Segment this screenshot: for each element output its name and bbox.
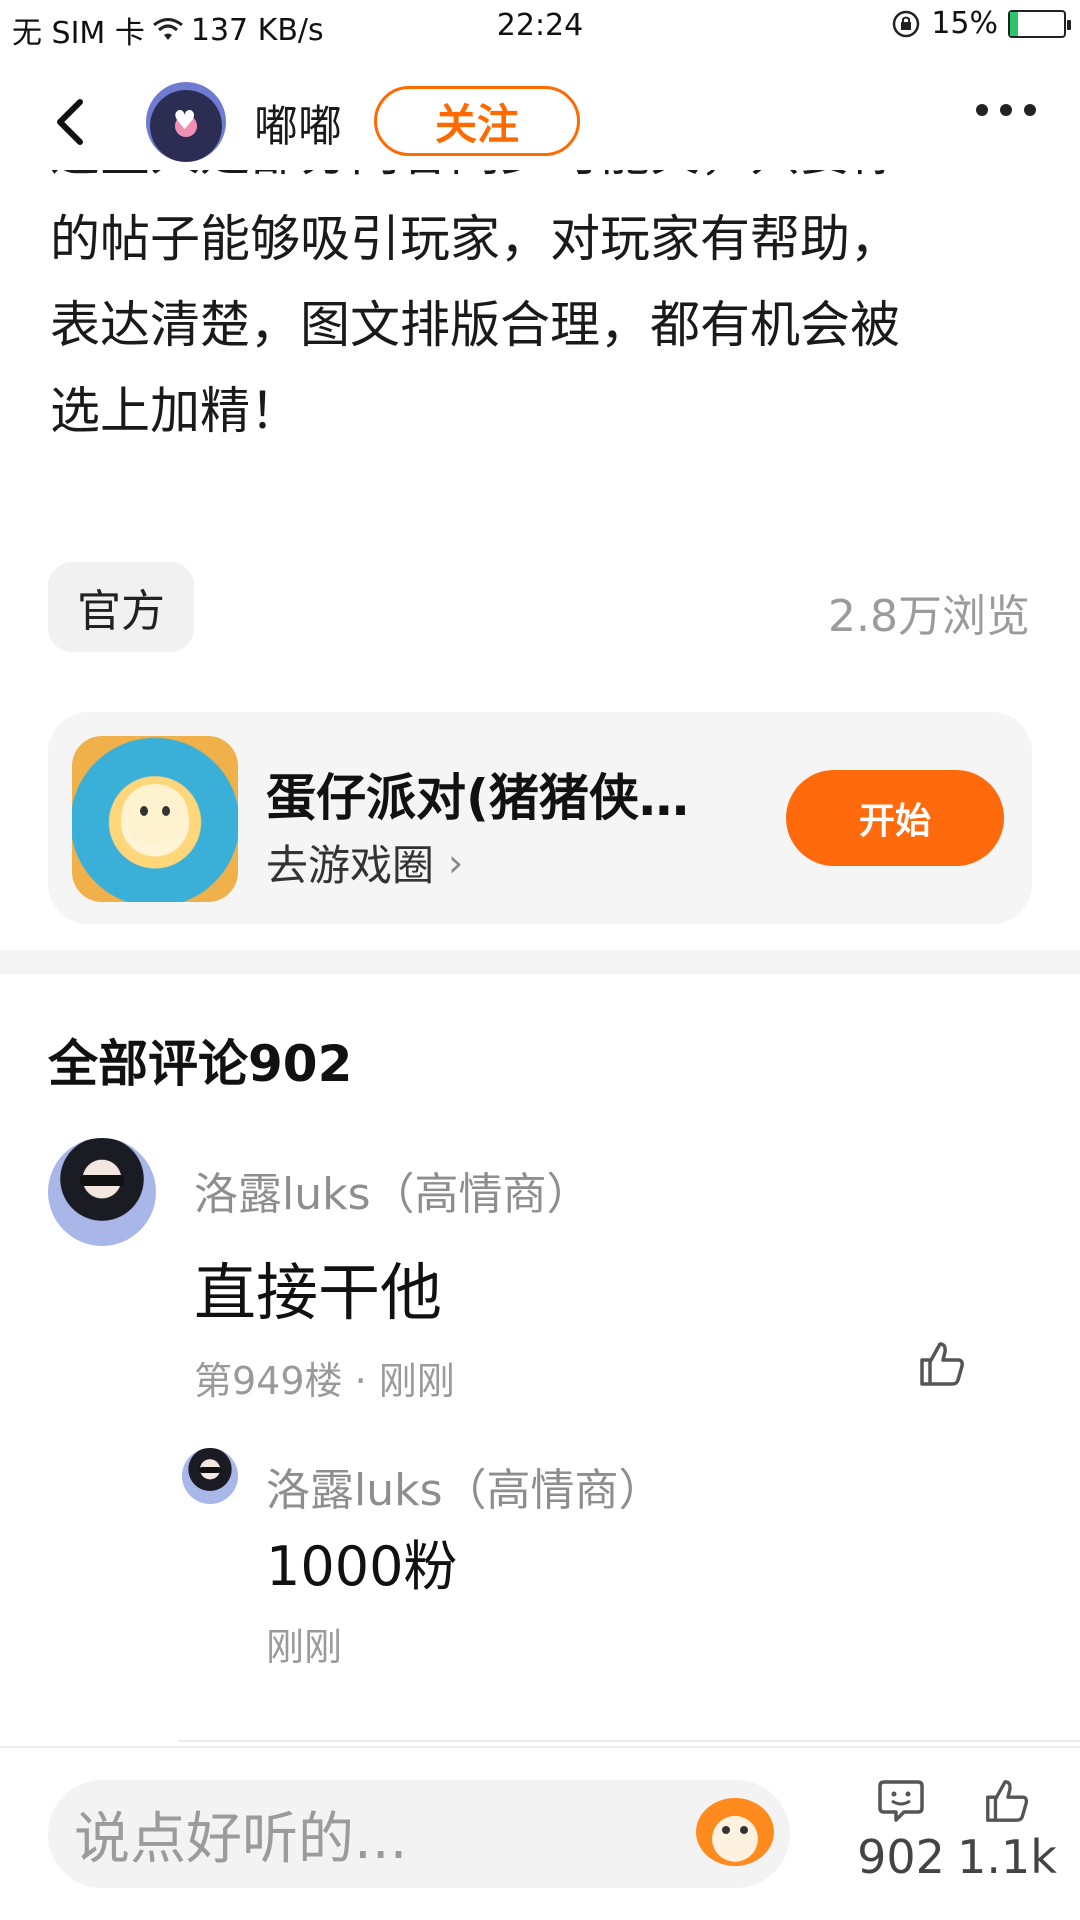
comment-count: 902	[857, 1830, 945, 1884]
comment-count-button[interactable]: 902	[856, 1776, 946, 1884]
post-line: 表达清楚，图文排版合理，都有机会被	[50, 296, 900, 354]
chevron-right-icon: ›	[448, 840, 464, 885]
author-avatar[interactable]	[146, 82, 226, 162]
reply-avatar[interactable]	[182, 1448, 238, 1504]
game-circle-label: 去游戏圈	[266, 841, 435, 890]
view-count: 2.8万浏览	[828, 591, 1030, 642]
game-card[interactable]: 蛋仔派对(猪猪侠… 去游戏圈 › 开始	[48, 712, 1032, 924]
commenter-name[interactable]: 洛露luks（高情商）	[194, 1158, 591, 1222]
reply-time: 刚刚	[266, 1625, 343, 1669]
post-line: 这些人是部分内容同步可能关，只要你	[50, 170, 1030, 196]
comment-input-placeholder: 说点好听的...	[74, 1806, 408, 1872]
battery-percent: 15%	[931, 6, 998, 41]
section-divider	[0, 950, 1080, 974]
like-count-button[interactable]: 1.1k	[957, 1776, 1057, 1884]
battery-icon	[1008, 9, 1071, 38]
comment-bubble-icon	[878, 1780, 924, 1822]
start-game-button[interactable]: 开始	[786, 770, 1004, 866]
battery-level	[1010, 11, 1019, 36]
commenter-avatar[interactable]	[48, 1138, 156, 1246]
emoji-mascot-icon[interactable]	[696, 1798, 774, 1866]
status-bar: 无 SIM 卡 137 KB/s 22:24 15%	[0, 0, 1080, 56]
like-count: 1.1k	[957, 1830, 1057, 1884]
game-title[interactable]: 蛋仔派对(猪猪侠…	[266, 758, 689, 830]
post-line: 选上加精！	[50, 382, 300, 440]
game-circle-link[interactable]: 去游戏圈 ›	[266, 832, 463, 893]
official-tag[interactable]: 官方	[48, 562, 194, 652]
bottom-bar: 说点好听的... 902 1.1k	[0, 1746, 1080, 1920]
comment-text[interactable]: 直接干他	[194, 1242, 442, 1332]
status-right: 15%	[891, 6, 1071, 41]
back-icon[interactable]	[46, 94, 94, 150]
reply-author[interactable]: 洛露luks（高情商）	[266, 1454, 663, 1518]
top-nav: 嘟嘟 关注	[0, 70, 1080, 170]
rotation-lock-icon	[893, 10, 920, 37]
comment-input[interactable]: 说点好听的...	[48, 1780, 790, 1888]
follow-button[interactable]: 关注	[374, 86, 580, 156]
reply-text[interactable]: 1000粉	[266, 1522, 457, 1601]
thumb-up-icon	[986, 1780, 1029, 1822]
more-dots-icon[interactable]	[976, 104, 1036, 116]
author-name[interactable]: 嘟嘟	[254, 90, 342, 154]
post-body: 这些人是部分内容同步可能关，只要你 的帖子能够吸引玩家，对玩家有帮助， 表达清楚…	[50, 170, 1030, 480]
post-line: 的帖子能够吸引玩家，对玩家有帮助，	[50, 210, 900, 268]
game-app-icon[interactable]	[72, 736, 238, 902]
reply-divider	[178, 1740, 1080, 1742]
comments-header: 全部评论902	[48, 1035, 353, 1093]
comment-meta: 第949楼 · 刚刚	[194, 1359, 455, 1403]
thumb-up-icon[interactable]	[916, 1338, 968, 1390]
